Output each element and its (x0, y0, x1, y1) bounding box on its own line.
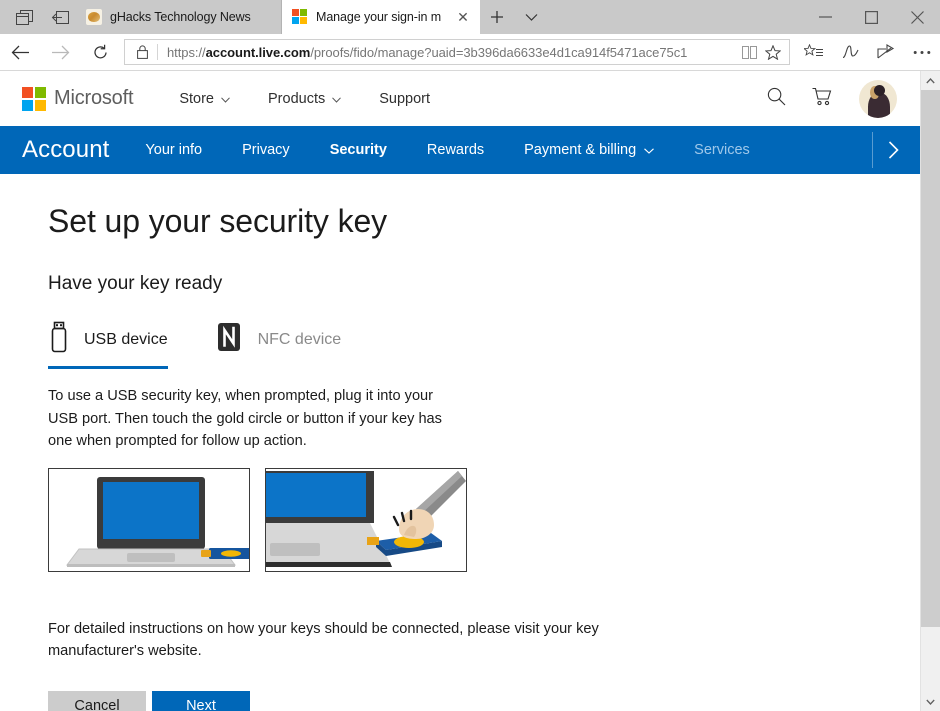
web-notes-icon[interactable] (832, 35, 868, 69)
user-avatar[interactable] (859, 79, 897, 118)
cancel-button[interactable]: Cancel (48, 690, 146, 711)
next-button[interactable]: Next (152, 690, 250, 711)
browser-tab-manage-signin[interactable]: Manage your sign-in m ✕ (282, 0, 480, 34)
chevron-down-icon (332, 91, 342, 107)
scrollbar-track[interactable] (921, 90, 940, 692)
device-tab-label: USB device (84, 330, 168, 348)
nav-item-support[interactable]: Support (379, 91, 430, 107)
device-tab-label: NFC device (257, 330, 342, 348)
nav-item-label: Support (379, 90, 431, 107)
illustrations-group (48, 467, 921, 572)
nav-item-label: Store (179, 90, 214, 107)
account-title: Account (22, 136, 110, 163)
window-controls (802, 0, 940, 34)
close-icon[interactable] (894, 0, 940, 34)
microsoft-logo[interactable]: Microsoft (22, 86, 134, 111)
page-subtitle: Have your key ready (48, 273, 223, 295)
microsoft-header-actions (767, 79, 921, 118)
share-icon[interactable] (868, 35, 904, 69)
account-nav-label: Rewards (426, 142, 485, 158)
chevron-down-icon (644, 142, 655, 158)
account-navigation-bar: Account Your info Privacy Security Rewar… (0, 126, 921, 174)
browser-window: gHacks Technology News Manage your sign-… (0, 0, 940, 711)
browser-tab-ghacks[interactable]: gHacks Technology News (76, 0, 282, 34)
new-tab-button[interactable] (480, 0, 514, 34)
usb-device-icon (48, 321, 70, 358)
browser-tab-title: gHacks Technology News (110, 10, 251, 24)
set-aside-tabs-icon[interactable] (44, 3, 76, 31)
nav-item-label: Products (268, 90, 326, 107)
scroll-up-icon[interactable] (921, 71, 940, 90)
manufacturer-note: For detailed instructions on how your ke… (48, 620, 599, 660)
laptop-with-usb-key-illustration (48, 467, 250, 572)
account-nav-items: Your info Privacy Security Rewards Payme… (145, 142, 749, 158)
maximize-icon[interactable] (848, 0, 894, 34)
address-bar[interactable]: https://account.live.com/proofs/fido/man… (124, 39, 790, 65)
microsoft-favicon (292, 9, 308, 25)
account-nav-services[interactable]: Services (694, 142, 750, 158)
star-icon[interactable] (761, 40, 785, 64)
reading-view-icon[interactable] (737, 40, 761, 64)
account-nav-label: Security (329, 142, 387, 158)
search-icon[interactable] (767, 87, 786, 111)
account-nav-payment-billing[interactable]: Payment & billing (524, 142, 655, 158)
more-icon[interactable] (904, 35, 940, 69)
ghacks-favicon (86, 9, 102, 25)
minimize-icon[interactable] (802, 0, 848, 34)
account-nav-your-info[interactable]: Your info (145, 142, 202, 158)
account-nav-privacy[interactable]: Privacy (242, 142, 290, 158)
scrollbar-thumb[interactable] (921, 90, 940, 627)
scroll-down-icon[interactable] (921, 692, 940, 711)
favorites-hub-icon[interactable] (796, 35, 832, 69)
lock-icon (133, 43, 151, 61)
account-nav-label: Privacy (242, 142, 290, 158)
tab-nfc-device[interactable]: NFC device (214, 321, 342, 369)
page-viewport: Microsoft Store Products Support Account… (0, 71, 940, 711)
nfc-device-icon (214, 321, 244, 358)
web-page: Microsoft Store Products Support Account… (0, 71, 921, 711)
nav-item-products[interactable]: Products (268, 90, 342, 107)
device-type-tabs: USB device NFC device (48, 321, 921, 370)
tab-preview-icon[interactable] (8, 3, 40, 31)
account-nav-label: Services (694, 142, 750, 158)
refresh-icon[interactable] (80, 35, 120, 69)
browser-toolbar: https://account.live.com/proofs/fido/man… (0, 34, 940, 71)
page-title: Set up your security key (48, 203, 388, 239)
hand-touching-usb-key-illustration (265, 467, 467, 572)
main-content: Set up your security key Have your key r… (0, 174, 921, 711)
nav-item-store[interactable]: Store (179, 91, 230, 107)
browser-tab-title: Manage your sign-in m (316, 10, 442, 24)
account-nav-rewards[interactable]: Rewards (427, 142, 484, 158)
action-buttons: Cancel Next (48, 690, 921, 711)
microsoft-logo-icon (22, 86, 46, 111)
address-url-text: https://account.live.com/proofs/fido/man… (167, 44, 688, 60)
back-arrow-icon[interactable] (0, 35, 40, 69)
account-nav-security[interactable]: Security (330, 142, 387, 158)
tab-list-chevron-down-icon[interactable] (514, 0, 548, 34)
cart-icon[interactable] (812, 87, 833, 111)
account-nav-label: Payment & billing (524, 142, 637, 158)
microsoft-wordmark: Microsoft (54, 87, 134, 109)
instructions-text: To use a USB security key, when prompted… (48, 388, 442, 450)
forward-arrow-icon (40, 35, 80, 69)
avatar-head (874, 84, 885, 96)
browser-title-bar: gHacks Technology News Manage your sign-… (0, 0, 940, 34)
address-divider (157, 44, 158, 60)
page-scrollbar[interactable] (920, 71, 940, 711)
microsoft-global-header: Microsoft Store Products Support (0, 71, 921, 126)
microsoft-nav: Store Products Support (179, 91, 430, 107)
chevron-down-icon (221, 91, 230, 107)
close-tab-icon[interactable]: ✕ (454, 8, 472, 26)
tab-usb-device[interactable]: USB device (48, 321, 168, 370)
account-nav-label: Your info (145, 142, 203, 158)
chevron-right-icon[interactable] (873, 126, 913, 174)
tabbar-left-icons (0, 0, 76, 34)
